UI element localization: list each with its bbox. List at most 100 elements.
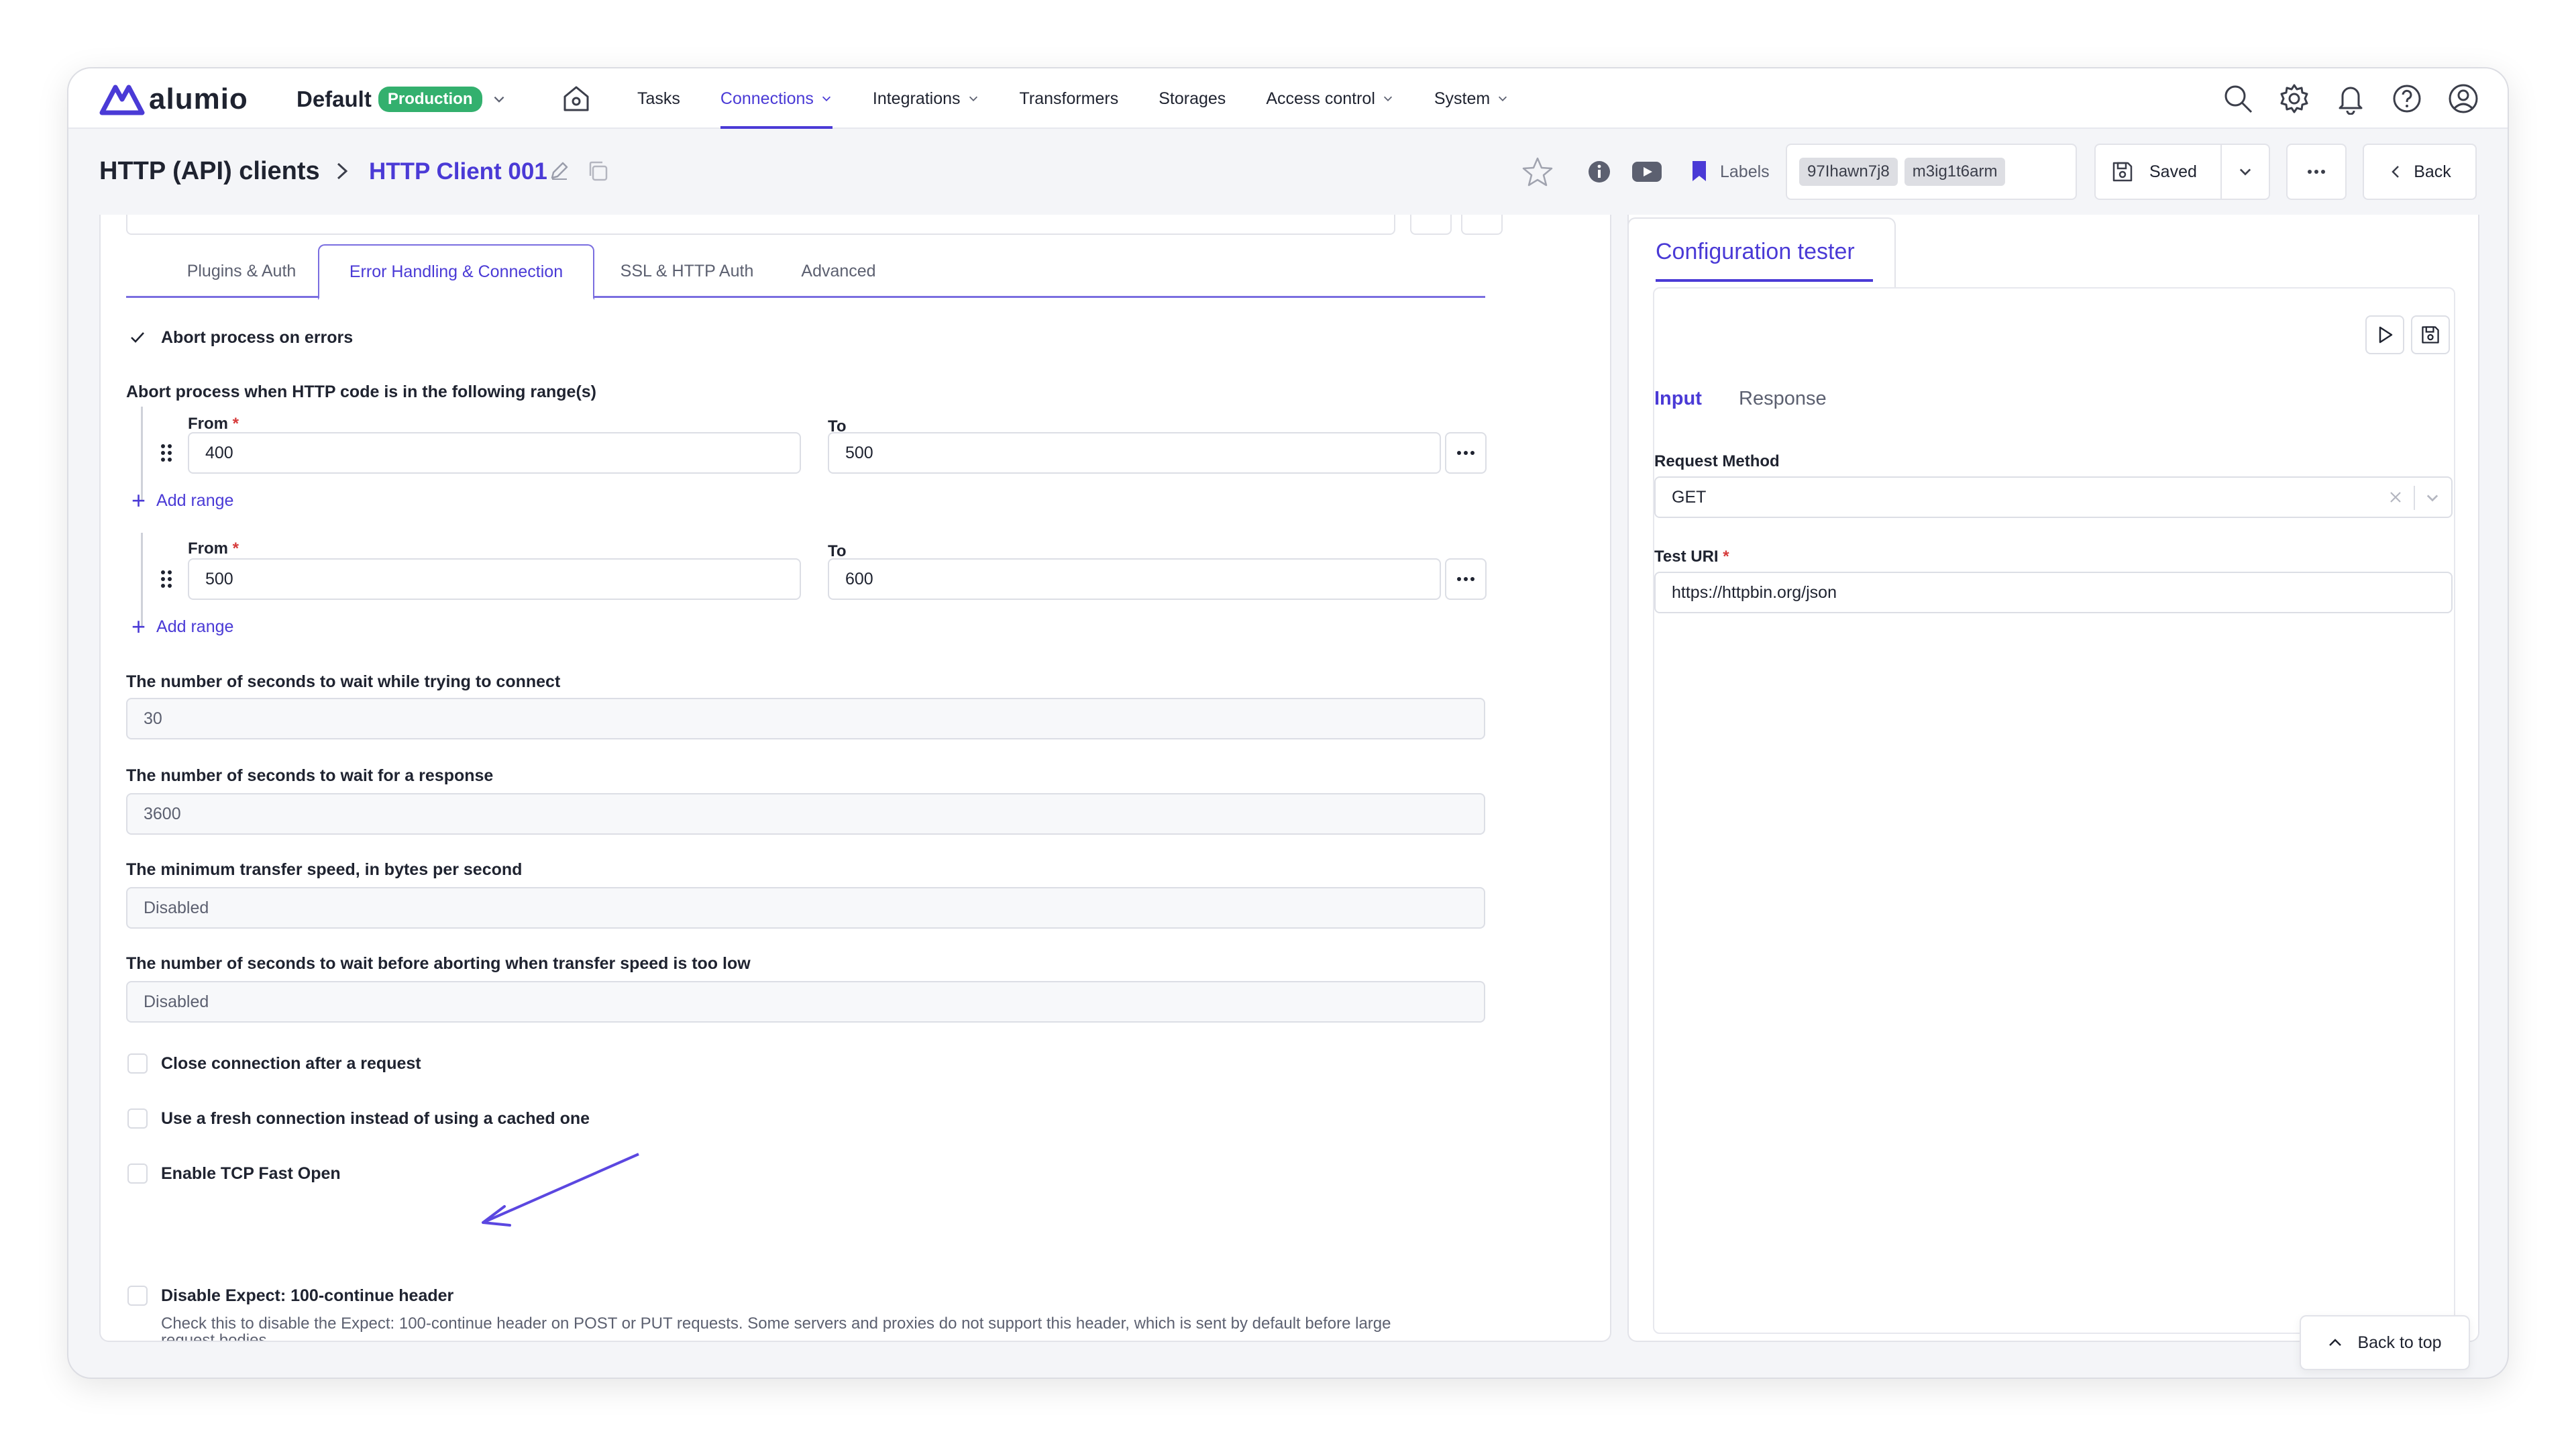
response-timeout-label: The number of seconds to wait for a resp…: [126, 766, 494, 785]
required-mark: *: [1723, 548, 1729, 566]
home-icon[interactable]: [561, 83, 592, 114]
tab-label: Plugins & Auth: [186, 261, 297, 280]
tab-input[interactable]: Input: [1654, 388, 1702, 410]
required-mark: *: [232, 415, 239, 433]
back-button[interactable]: Back: [2363, 144, 2477, 200]
saved-button[interactable]: Saved: [2094, 144, 2222, 200]
user-icon[interactable]: [2447, 83, 2479, 115]
nav-item-tasks[interactable]: Tasks: [637, 68, 680, 129]
range-options-button[interactable]: [1445, 432, 1487, 474]
brand-logo[interactable]: alumio: [99, 83, 248, 115]
gear-icon[interactable]: [2278, 83, 2310, 115]
ranges-label: Abort process when HTTP code is in the f…: [126, 382, 597, 401]
save-icon: [2112, 162, 2133, 182]
tab-configuration-tester[interactable]: Configuration tester: [1627, 217, 1896, 287]
min-speed-input[interactable]: Disabled: [126, 887, 1485, 929]
more-options-button[interactable]: [2286, 144, 2347, 200]
app-window: alumio Default Production Tasks Connecti…: [67, 67, 2509, 1379]
nav-label: Storages: [1159, 89, 1226, 108]
close-connection-checkbox[interactable]: [127, 1053, 148, 1074]
nav-item-connections[interactable]: Connections: [720, 68, 833, 129]
label-chip[interactable]: 97Ihawn7j8: [1799, 158, 1898, 186]
range-from-input[interactable]: 500: [188, 558, 801, 600]
breadcrumb-root[interactable]: HTTP (API) clients: [99, 157, 320, 186]
low-speed-timeout-label: The number of seconds to wait before abo…: [126, 954, 751, 973]
pencil-icon[interactable]: [549, 160, 570, 181]
tab-underline: [1656, 279, 1873, 282]
disable-expect-checkbox[interactable]: [127, 1286, 148, 1306]
abort-on-errors-checkbox[interactable]: [127, 327, 148, 348]
nav-label: Integrations: [872, 89, 961, 108]
test-uri-input[interactable]: https://httpbin.org/json: [1654, 572, 2453, 613]
save-options-button[interactable]: [2222, 144, 2270, 200]
add-range-button[interactable]: + Add range: [131, 615, 233, 639]
tcp-fast-open-row[interactable]: Enable TCP Fast Open: [127, 1163, 341, 1184]
chevron-down-icon: [494, 96, 504, 103]
from-label-text: From: [188, 415, 228, 433]
run-test-button[interactable]: [2365, 315, 2404, 354]
nav-item-system[interactable]: System: [1434, 68, 1509, 129]
chevron-down-icon: [2239, 168, 2251, 176]
range-from-input[interactable]: 400: [188, 432, 801, 474]
tab-label: Advanced: [801, 261, 876, 280]
nav-item-transformers[interactable]: Transformers: [1020, 68, 1119, 129]
fresh-connection-checkbox[interactable]: [127, 1108, 148, 1129]
add-range-button[interactable]: + Add range: [131, 488, 233, 513]
main-menu: Tasks Connections Integrations Transform…: [637, 68, 1549, 129]
environment-badge: Production: [378, 87, 482, 112]
from-label-text: From: [188, 539, 228, 558]
clear-icon[interactable]: [2388, 490, 2403, 505]
drag-handle-icon[interactable]: [160, 443, 173, 463]
play-icon: [2379, 326, 2393, 344]
video-icon[interactable]: [1631, 161, 1662, 183]
tab-advanced[interactable]: Advanced: [777, 244, 900, 298]
copy-icon[interactable]: [586, 160, 609, 183]
chevron-down-icon: [969, 96, 977, 101]
environment-switcher[interactable]: Default Production: [297, 85, 506, 114]
range-options-button[interactable]: [1445, 558, 1487, 600]
nav-item-access-control[interactable]: Access control: [1266, 68, 1394, 129]
tab-response[interactable]: Response: [1739, 388, 1827, 410]
back-label: Back: [2414, 162, 2451, 181]
low-speed-timeout-input[interactable]: Disabled: [126, 981, 1485, 1023]
tab-plugins-auth[interactable]: Plugins & Auth: [153, 244, 330, 298]
from-label: From *: [188, 415, 239, 433]
more-horizontal-icon: [2308, 170, 2325, 174]
tab-label: Error Handling & Connection: [349, 262, 564, 281]
labels-caption: Labels: [1720, 162, 1770, 181]
add-range-label: Add range: [156, 490, 234, 510]
disable-expect-row[interactable]: Disable Expect: 100-continue header: [127, 1286, 453, 1306]
chevron-up-icon: [2329, 1339, 2342, 1346]
tab-ssl-http-auth[interactable]: SSL & HTTP Auth: [601, 244, 773, 298]
abort-on-errors-row[interactable]: Abort process on errors: [127, 327, 353, 348]
info-icon[interactable]: [1587, 160, 1611, 184]
fresh-connection-row[interactable]: Use a fresh connection instead of using …: [127, 1108, 590, 1129]
select-divider: [2414, 486, 2415, 510]
tab-error-handling[interactable]: Error Handling & Connection: [318, 244, 594, 300]
range-to-input[interactable]: 500: [828, 432, 1441, 474]
chevron-down-icon: [2426, 495, 2438, 502]
range-to-input[interactable]: 600: [828, 558, 1441, 600]
nav-item-storages[interactable]: Storages: [1159, 68, 1226, 129]
annotation-arrow-icon: [482, 1153, 639, 1227]
from-label: From *: [188, 539, 239, 558]
connect-timeout-input[interactable]: 30: [126, 698, 1485, 739]
plus-icon: +: [131, 613, 146, 640]
help-icon[interactable]: [2391, 83, 2423, 115]
back-to-top-button[interactable]: Back to top: [2300, 1315, 2470, 1370]
tester-title: Configuration tester: [1656, 239, 1855, 264]
request-method-select[interactable]: GET: [1654, 476, 2453, 518]
response-timeout-input[interactable]: 3600: [126, 793, 1485, 835]
close-connection-row[interactable]: Close connection after a request: [127, 1053, 421, 1074]
nav-item-integrations[interactable]: Integrations: [873, 68, 979, 129]
connect-timeout-label: The number of seconds to wait while tryi…: [126, 672, 561, 691]
drag-handle-icon[interactable]: [160, 569, 173, 589]
label-chip[interactable]: m3ig1t6arm: [1904, 158, 2006, 186]
labels-field[interactable]: 97Ihawn7j8 m3ig1t6arm: [1786, 144, 2077, 200]
plus-icon: +: [131, 486, 146, 514]
search-icon[interactable]: [2222, 83, 2254, 115]
bell-icon[interactable]: [2334, 83, 2367, 115]
star-icon[interactable]: [1521, 156, 1554, 188]
tcp-fast-open-checkbox[interactable]: [127, 1163, 148, 1184]
save-test-button[interactable]: [2411, 315, 2450, 354]
